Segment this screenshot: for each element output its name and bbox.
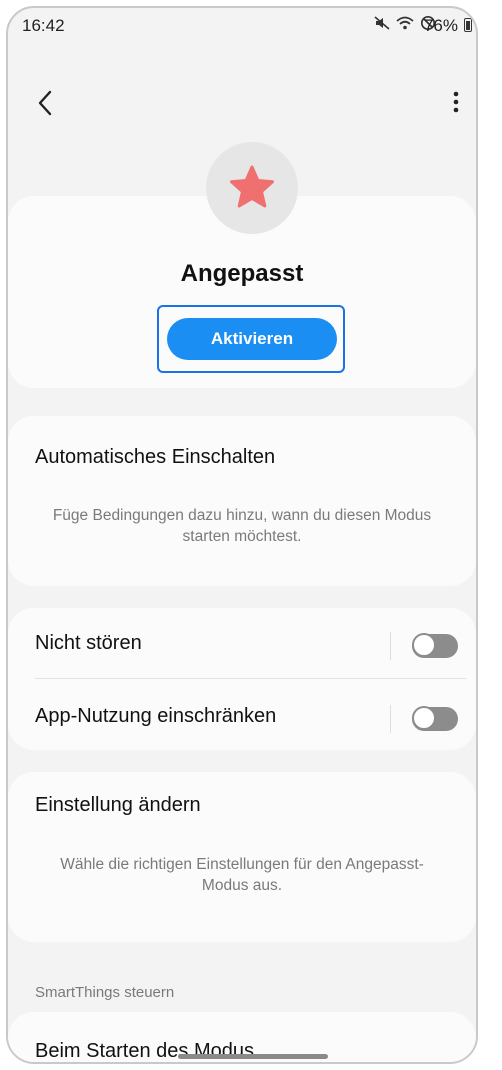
settings-change-heading: Einstellung ändern <box>35 794 201 816</box>
status-bar: 16:42 76% <box>8 8 476 46</box>
auto-on-card[interactable]: Automatisches Einschalten Füge Bedingung… <box>8 416 476 586</box>
mute-icon <box>374 15 390 31</box>
settings-change-description: Wähle die richtigen Einstellungen für de… <box>60 856 424 894</box>
dnd-switch[interactable] <box>412 633 458 658</box>
settings-change-card[interactable]: Einstellung ändern Wähle die richtigen E… <box>8 772 476 942</box>
switch-knob <box>412 633 436 657</box>
activate-button[interactable]: Aktivieren <box>167 318 337 360</box>
phone-screen: 16:42 76% Angepasst Aktivieren Automatis… <box>6 6 478 1064</box>
toggle-label-dnd: Nicht stören <box>35 632 142 654</box>
wifi-icon <box>396 15 414 31</box>
switch-knob <box>412 706 436 730</box>
toggle-label-app-usage: App-Nutzung einschränken <box>35 705 277 727</box>
toggles-card: Nicht stören App-Nutzung einschränken <box>8 608 476 750</box>
battery-icon <box>464 18 472 32</box>
smartthings-item-label: Beim Starten des Modus <box>35 1040 254 1062</box>
toggle-separator <box>390 632 391 660</box>
row-divider <box>35 678 466 679</box>
battery-percent: 76% <box>423 16 458 35</box>
more-options-button[interactable] <box>448 88 464 118</box>
gesture-bar[interactable] <box>178 1054 328 1059</box>
back-arrow-icon <box>38 90 52 116</box>
app-usage-switch[interactable] <box>412 706 458 731</box>
mode-title: Angepasst <box>180 260 304 287</box>
auto-on-heading: Automatisches Einschalten <box>35 446 276 468</box>
mode-icon-circle[interactable] <box>206 142 298 234</box>
toggle-row-app-usage[interactable]: App-Nutzung einschränken <box>8 685 476 749</box>
star-icon <box>230 165 274 208</box>
more-vertical-icon <box>453 91 459 113</box>
smartthings-section-label: SmartThings steuern <box>35 984 175 1001</box>
toggle-separator <box>390 705 391 733</box>
status-time: 16:42 <box>22 16 65 35</box>
back-button[interactable] <box>34 88 58 118</box>
toggle-row-dnd[interactable]: Nicht stören <box>8 612 476 676</box>
auto-on-description: Füge Bedingungen dazu hinzu, wann du die… <box>52 507 432 545</box>
